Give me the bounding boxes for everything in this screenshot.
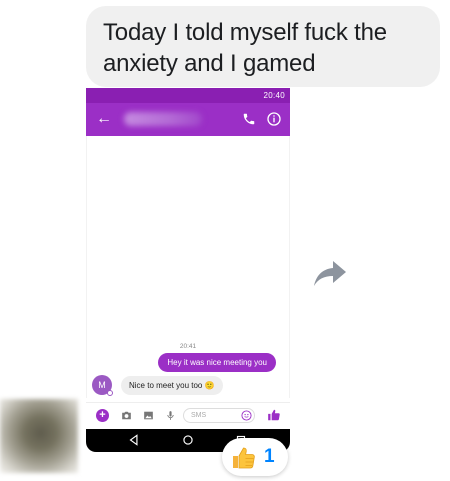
plus-icon: + [96, 409, 109, 422]
like-icon [268, 409, 280, 421]
message-text-line-2: anxiety and I gamed [103, 50, 316, 77]
phone-icon [243, 113, 255, 125]
share-arrow-icon[interactable] [313, 259, 347, 287]
message-text-line-1: Today I told myself fuck the [103, 19, 387, 46]
blurred-contact-name [124, 112, 202, 126]
thumbs-up-icon [233, 447, 255, 469]
camera-icon [122, 411, 131, 420]
back-arrow-icon: ← [96, 110, 112, 127]
status-time: 20:40 [263, 91, 285, 100]
nav-back-icon [129, 434, 138, 446]
messenger-badge-icon [107, 390, 113, 396]
avatar: M [92, 375, 113, 396]
emoji-icon [241, 410, 252, 421]
reaction-count: 1 [264, 446, 275, 467]
chat-header: ← [86, 103, 290, 136]
sms-placeholder: SMS [191, 412, 207, 419]
blurred-sender-avatar[interactable] [0, 399, 78, 473]
message-composer: + SMS [86, 402, 290, 429]
nav-home-icon [183, 435, 193, 445]
incoming-message: Nice to meet you too 🙂 [121, 376, 223, 395]
microphone-icon [167, 411, 174, 420]
chat-timestamp: 20:41 [179, 343, 197, 350]
attached-screenshot[interactable]: 20:40 ← 20:41 Hey it was nice meeting yo… [86, 88, 290, 452]
outgoing-message: Hey it was nice meeting you [158, 353, 276, 372]
image-icon [144, 411, 153, 420]
message-bubble[interactable]: Today I told myself fuck the anxiety and… [86, 6, 440, 87]
reaction-badge[interactable]: 1 [222, 438, 288, 476]
info-icon [267, 112, 281, 126]
phone-status-bar: 20:40 [86, 88, 290, 103]
avatar-initial: M [98, 380, 106, 390]
